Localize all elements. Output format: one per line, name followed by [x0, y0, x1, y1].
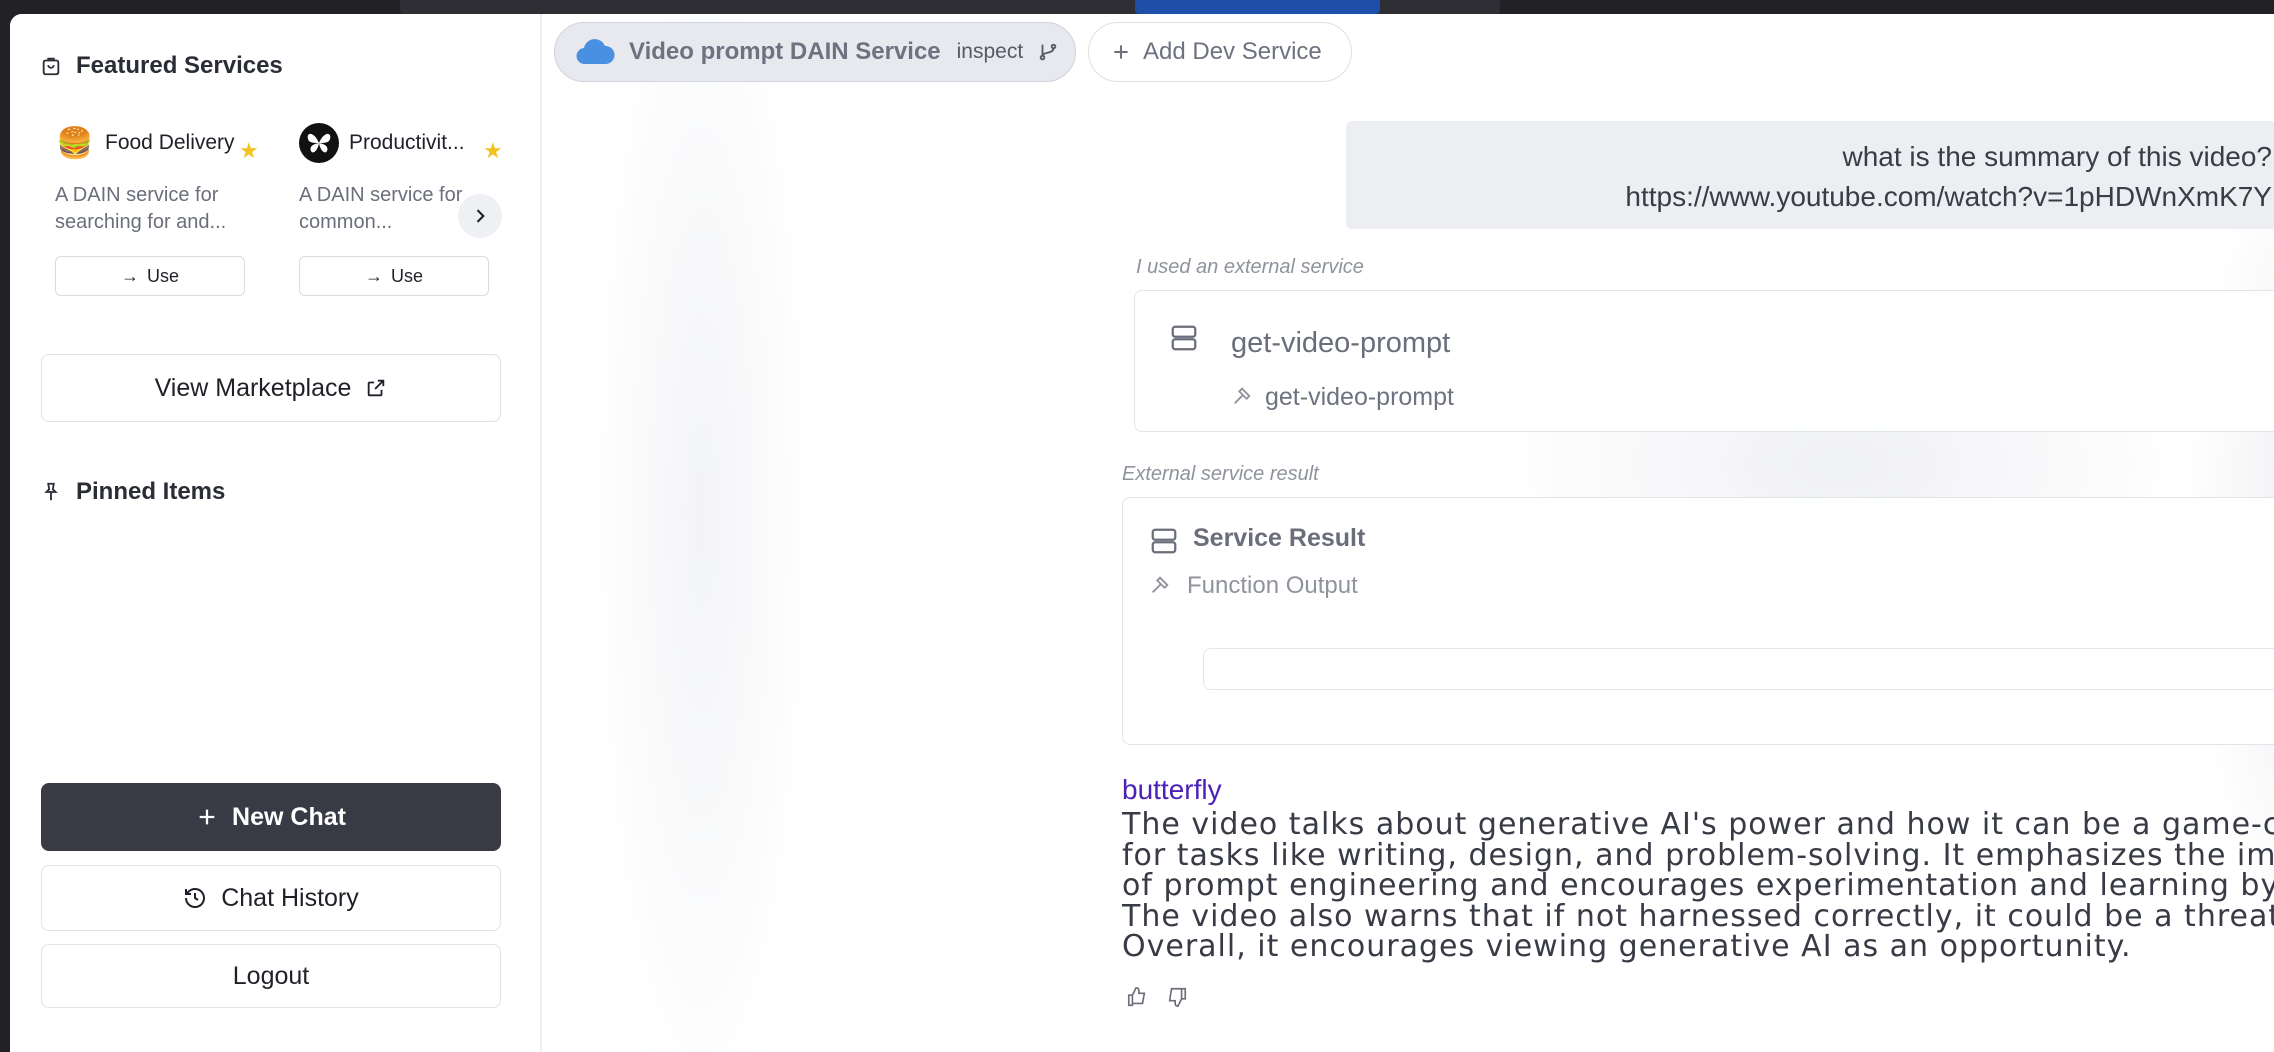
user-message-line1: what is the summary of this video? — [1842, 141, 2272, 172]
view-marketplace-label: View Marketplace — [154, 373, 352, 402]
featured-services-header: Featured Services — [40, 52, 283, 80]
logout-button[interactable]: Logout — [41, 944, 501, 1008]
thumbs-up-icon[interactable] — [1126, 986, 1148, 1008]
sidebar: Featured Services 🍔 Food Delivery ★ A DA… — [10, 14, 542, 1052]
chat-history-label: Chat History — [221, 883, 359, 912]
database-icon — [1171, 325, 1197, 351]
external-service-caption: I used an external service — [1136, 256, 1364, 278]
service-result-function: Function Output — [1187, 572, 1358, 599]
background-tab-highlight — [1135, 0, 1380, 14]
history-icon — [185, 888, 206, 908]
database-icon — [1151, 528, 1177, 554]
pinned-items-header: Pinned Items — [40, 478, 225, 506]
user-message: what is the summary of this video? https… — [1346, 121, 2274, 229]
app-window: Featured Services 🍔 Food Delivery ★ A DA… — [10, 14, 2274, 1052]
add-dev-service-label: Add Dev Service — [1143, 38, 1322, 65]
tool-call-title: get-video-prompt — [1231, 327, 1451, 359]
feedback-buttons — [1126, 986, 1188, 1008]
pinned-items-title: Pinned Items — [76, 478, 226, 505]
external-link-icon — [368, 379, 385, 397]
new-chat-button[interactable]: New Chat — [41, 783, 501, 851]
pin-icon — [44, 482, 58, 501]
use-label: Use — [390, 265, 423, 286]
tool-call-function: get-video-prompt — [1265, 383, 1454, 411]
use-button[interactable]: → Use — [55, 256, 245, 296]
carousel-next-button[interactable] — [458, 194, 502, 238]
thumbs-down-icon[interactable] — [1166, 986, 1188, 1008]
arrow-right-icon: → — [120, 265, 139, 286]
assistant-message: The video talks about generative AI's po… — [1122, 807, 2274, 964]
tool-call-card[interactable]: get-video-prompt get-video-prompt — [1134, 290, 2274, 432]
service-chip-label: Video prompt DAIN Service — [629, 38, 941, 65]
user-message-line2: https://www.youtube.com/watch?v=1pHDWnXm… — [1625, 181, 2272, 212]
service-card-name: Productivit... — [349, 131, 465, 154]
result-output-bar — [1203, 648, 2274, 690]
git-branch-icon — [1039, 43, 1057, 61]
service-result-caption: External service result — [1122, 463, 1319, 485]
cloud-icon — [576, 39, 615, 65]
butterfly-logo — [299, 123, 339, 163]
plus-icon — [199, 809, 215, 825]
star-icon: ★ — [483, 138, 503, 163]
chat-area: Video prompt DAIN Service inspect Add De… — [542, 14, 2274, 1052]
featured-services-title: Featured Services — [76, 52, 283, 79]
assistant-name: butterfly — [1122, 774, 1222, 805]
inspect-label[interactable]: inspect — [957, 40, 1024, 64]
hammer-icon — [1152, 576, 1169, 593]
service-card-name: Food Delivery — [105, 131, 235, 154]
new-chat-label: New Chat — [232, 802, 346, 831]
star-icon: ★ — [239, 138, 259, 163]
service-card-food-delivery[interactable]: 🍔 Food Delivery ★ A DAIN service for sea… — [55, 118, 277, 298]
plus-icon — [1114, 45, 1128, 59]
food-delivery-logo: 🍔 — [56, 126, 94, 160]
arrow-right-icon: → — [364, 265, 383, 286]
service-result-card[interactable]: Service Result Function Output — [1122, 497, 2274, 745]
use-button[interactable]: → Use — [299, 256, 489, 296]
bag-icon — [42, 57, 60, 76]
service-card-desc: A DAIN service for searching for and... — [55, 184, 227, 233]
view-marketplace-button[interactable]: View Marketplace — [41, 354, 501, 422]
use-label: Use — [146, 265, 179, 286]
service-chip[interactable]: Video prompt DAIN Service inspect — [554, 22, 1076, 82]
hammer-icon — [1234, 387, 1251, 404]
logout-label: Logout — [232, 961, 310, 990]
chevron-right-icon — [476, 209, 485, 223]
add-dev-service-button[interactable]: Add Dev Service — [1088, 22, 1352, 82]
chat-history-button[interactable]: Chat History — [41, 865, 501, 931]
service-result-title: Service Result — [1193, 524, 1366, 552]
